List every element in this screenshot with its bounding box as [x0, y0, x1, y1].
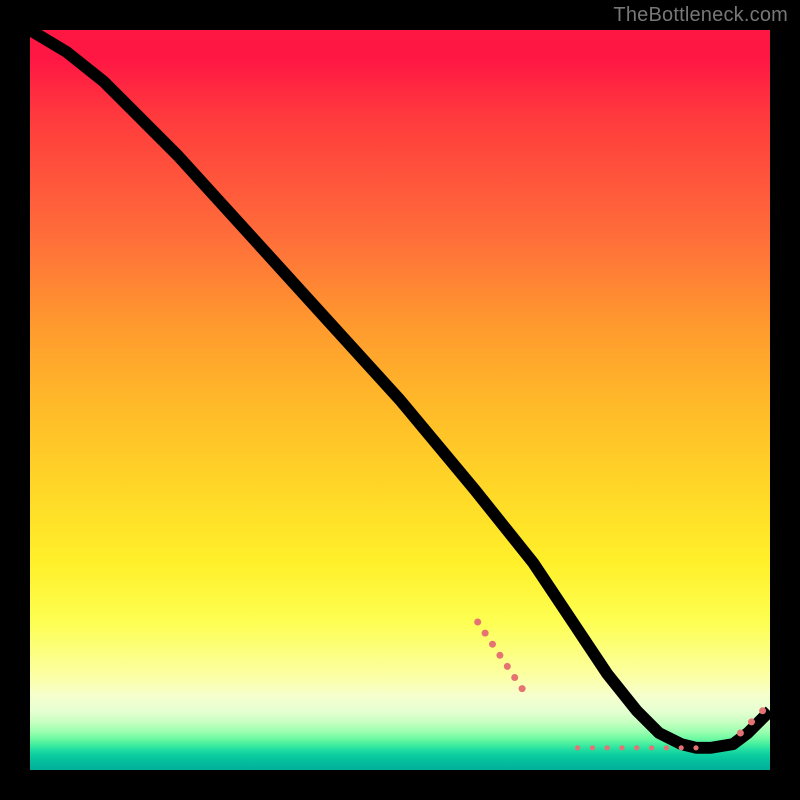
data-marker	[634, 745, 639, 750]
plot-area	[30, 30, 770, 770]
data-marker	[474, 618, 481, 625]
main-curve	[30, 30, 770, 748]
data-marker	[519, 685, 526, 692]
data-marker	[489, 641, 496, 648]
data-marker	[649, 745, 654, 750]
data-marker	[748, 718, 755, 725]
data-marker	[679, 745, 684, 750]
data-marker	[759, 707, 766, 714]
data-marker	[504, 663, 511, 670]
plot-svg	[30, 30, 770, 770]
chart-stage: TheBottleneck.com	[0, 0, 800, 800]
watermark-text: TheBottleneck.com	[613, 4, 788, 27]
data-marker	[482, 630, 489, 637]
data-marker	[664, 745, 669, 750]
data-marker	[737, 729, 744, 736]
data-marker	[511, 674, 518, 681]
data-marker	[590, 745, 595, 750]
data-marker	[605, 745, 610, 750]
data-marker	[693, 745, 698, 750]
data-marker	[619, 745, 624, 750]
data-marker	[496, 652, 503, 659]
data-marker	[575, 745, 580, 750]
